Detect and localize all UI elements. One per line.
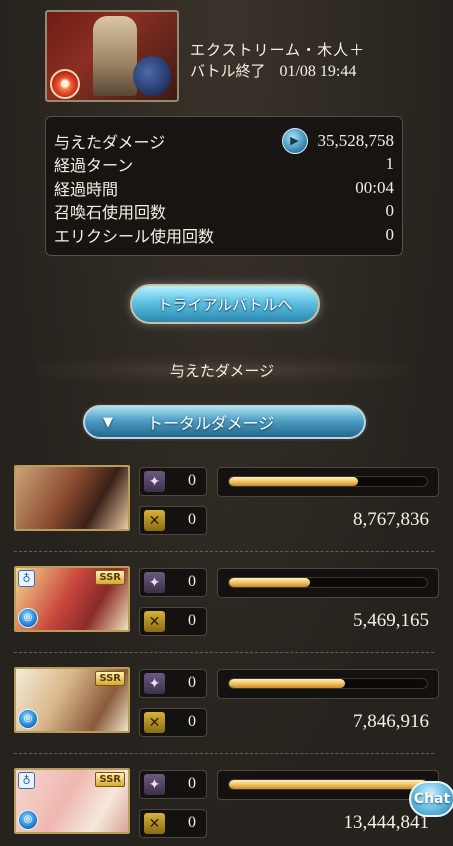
skill-uses: 0: [188, 472, 196, 489]
skill-sparkle-icon: ✦: [144, 673, 165, 694]
water-element-icon: ◎: [18, 810, 38, 830]
section-title: 与えたダメージ: [36, 356, 408, 384]
quest-name: エクストリーム・木人＋: [190, 41, 366, 59]
ca-uses: 0: [188, 713, 196, 730]
wooden-dummy-image: [93, 16, 137, 96]
stat-elixir-value: 0: [385, 224, 395, 244]
fire-element-icon: ✹: [50, 69, 80, 99]
row-divider: [14, 652, 434, 653]
charge-attack-icon: ✕: [144, 510, 165, 531]
ca-uses: 0: [188, 814, 196, 831]
damage-value: 8,767,836: [353, 509, 429, 530]
ca-counter: ✕ 0: [139, 809, 207, 838]
damage-bar: [217, 568, 439, 598]
ssr-badge: SSR: [95, 772, 125, 787]
stat-damage-value-wrap: ▶ 35,528,758: [281, 127, 395, 154]
damage-value: 7,846,916: [353, 711, 429, 732]
stat-time-value: 00:04: [355, 177, 394, 197]
battle-datetime: 01/08 19:44: [279, 63, 357, 80]
ca-counter: ✕ 0: [139, 506, 207, 535]
stat-summons-value: 0: [385, 201, 395, 221]
shield-image: [133, 56, 171, 96]
skill-uses: 0: [188, 674, 196, 691]
trial-battle-button[interactable]: トライアルバトルへ: [130, 284, 320, 324]
damage-bar-inner: [228, 779, 428, 790]
ring-icon: ♁: [18, 570, 35, 587]
dropdown-label: トータルダメージ: [147, 414, 275, 433]
damage-bar-fill: [229, 578, 310, 587]
battle-stats-panel: 与えたダメージ ▶ 35,528,758 経過ターン 1 経過時間 00:04 …: [45, 116, 403, 256]
character-row: ♁ SSR ◎ ✦ 0 ✕ 0 13,444,841: [0, 768, 453, 846]
character-portrait[interactable]: ♁ SSR ◎: [14, 566, 130, 632]
ca-counter: ✕ 0: [139, 607, 207, 636]
play-icon[interactable]: ▶: [281, 127, 308, 154]
damage-bar: [217, 669, 439, 699]
damage-bar: [217, 467, 439, 497]
row-divider: [14, 753, 434, 754]
damage-bar-fill: [229, 780, 427, 789]
damage-bar-inner: [228, 476, 428, 487]
damage-value: 13,444,841: [343, 812, 430, 833]
character-row: ✦ 0 ✕ 0 8,767,836: [0, 465, 453, 547]
charge-attack-icon: ✕: [144, 712, 165, 733]
ssr-badge: SSR: [95, 570, 125, 585]
character-portrait[interactable]: SSR ◎: [14, 667, 130, 733]
ca-uses: 0: [188, 511, 196, 528]
stat-turns-label: 経過ターン: [54, 156, 134, 176]
skill-counter: ✦ 0: [139, 467, 207, 496]
stat-summons: 召喚石使用回数 0: [54, 200, 394, 224]
charge-attack-icon: ✕: [144, 611, 165, 632]
stat-damage: 与えたダメージ ▶ 35,528,758: [54, 127, 395, 154]
damage-bar-inner: [228, 678, 428, 689]
damage-bar-inner: [228, 577, 428, 588]
stat-damage-label: 与えたダメージ: [54, 132, 166, 152]
triangle-down-icon: ▼: [103, 414, 113, 430]
skill-sparkle-icon: ✦: [144, 471, 165, 492]
skill-uses: 0: [188, 775, 196, 792]
stat-time: 経過時間 00:04: [54, 176, 394, 200]
damage-type-dropdown[interactable]: ▼ トータルダメージ: [83, 405, 366, 439]
stat-turns-value: 1: [385, 154, 395, 174]
skill-uses: 0: [188, 573, 196, 590]
chat-button[interactable]: Chat: [409, 781, 453, 817]
battle-status: バトル終了 01/08 19:44: [190, 61, 356, 82]
damage-bar-fill: [229, 477, 359, 486]
stat-damage-value: 35,528,758: [317, 130, 395, 150]
skill-sparkle-icon: ✦: [144, 774, 165, 795]
stat-summons-label: 召喚石使用回数: [54, 203, 167, 223]
water-element-icon: ◎: [18, 709, 38, 729]
skill-sparkle-icon: ✦: [144, 572, 165, 593]
skill-counter: ✦ 0: [139, 770, 207, 799]
quest-thumbnail: ✹: [45, 10, 179, 102]
stat-elixir: エリクシール使用回数 0: [54, 223, 394, 247]
charge-attack-icon: ✕: [144, 813, 165, 834]
character-row: SSR ◎ ✦ 0 ✕ 0 7,846,916: [0, 667, 453, 749]
stat-turns: 経過ターン 1: [54, 153, 394, 177]
stat-elixir-label: エリクシール使用回数: [54, 226, 215, 246]
character-row: ♁ SSR ◎ ✦ 0 ✕ 0 5,469,165: [0, 566, 453, 648]
water-element-icon: ◎: [18, 608, 38, 628]
damage-bar-fill: [229, 679, 345, 688]
damage-bar: [217, 770, 439, 800]
battle-status-label: バトル終了: [190, 62, 266, 80]
damage-value: 5,469,165: [353, 610, 429, 631]
skill-counter: ✦ 0: [139, 568, 207, 597]
character-portrait[interactable]: [14, 465, 130, 531]
stat-time-label: 経過時間: [54, 179, 119, 199]
ca-counter: ✕ 0: [139, 708, 207, 737]
ca-uses: 0: [188, 612, 196, 629]
row-divider: [14, 551, 434, 552]
skill-counter: ✦ 0: [139, 669, 207, 698]
ssr-badge: SSR: [95, 671, 125, 686]
ring-icon: ♁: [18, 772, 35, 789]
character-portrait[interactable]: ♁ SSR ◎: [14, 768, 130, 834]
